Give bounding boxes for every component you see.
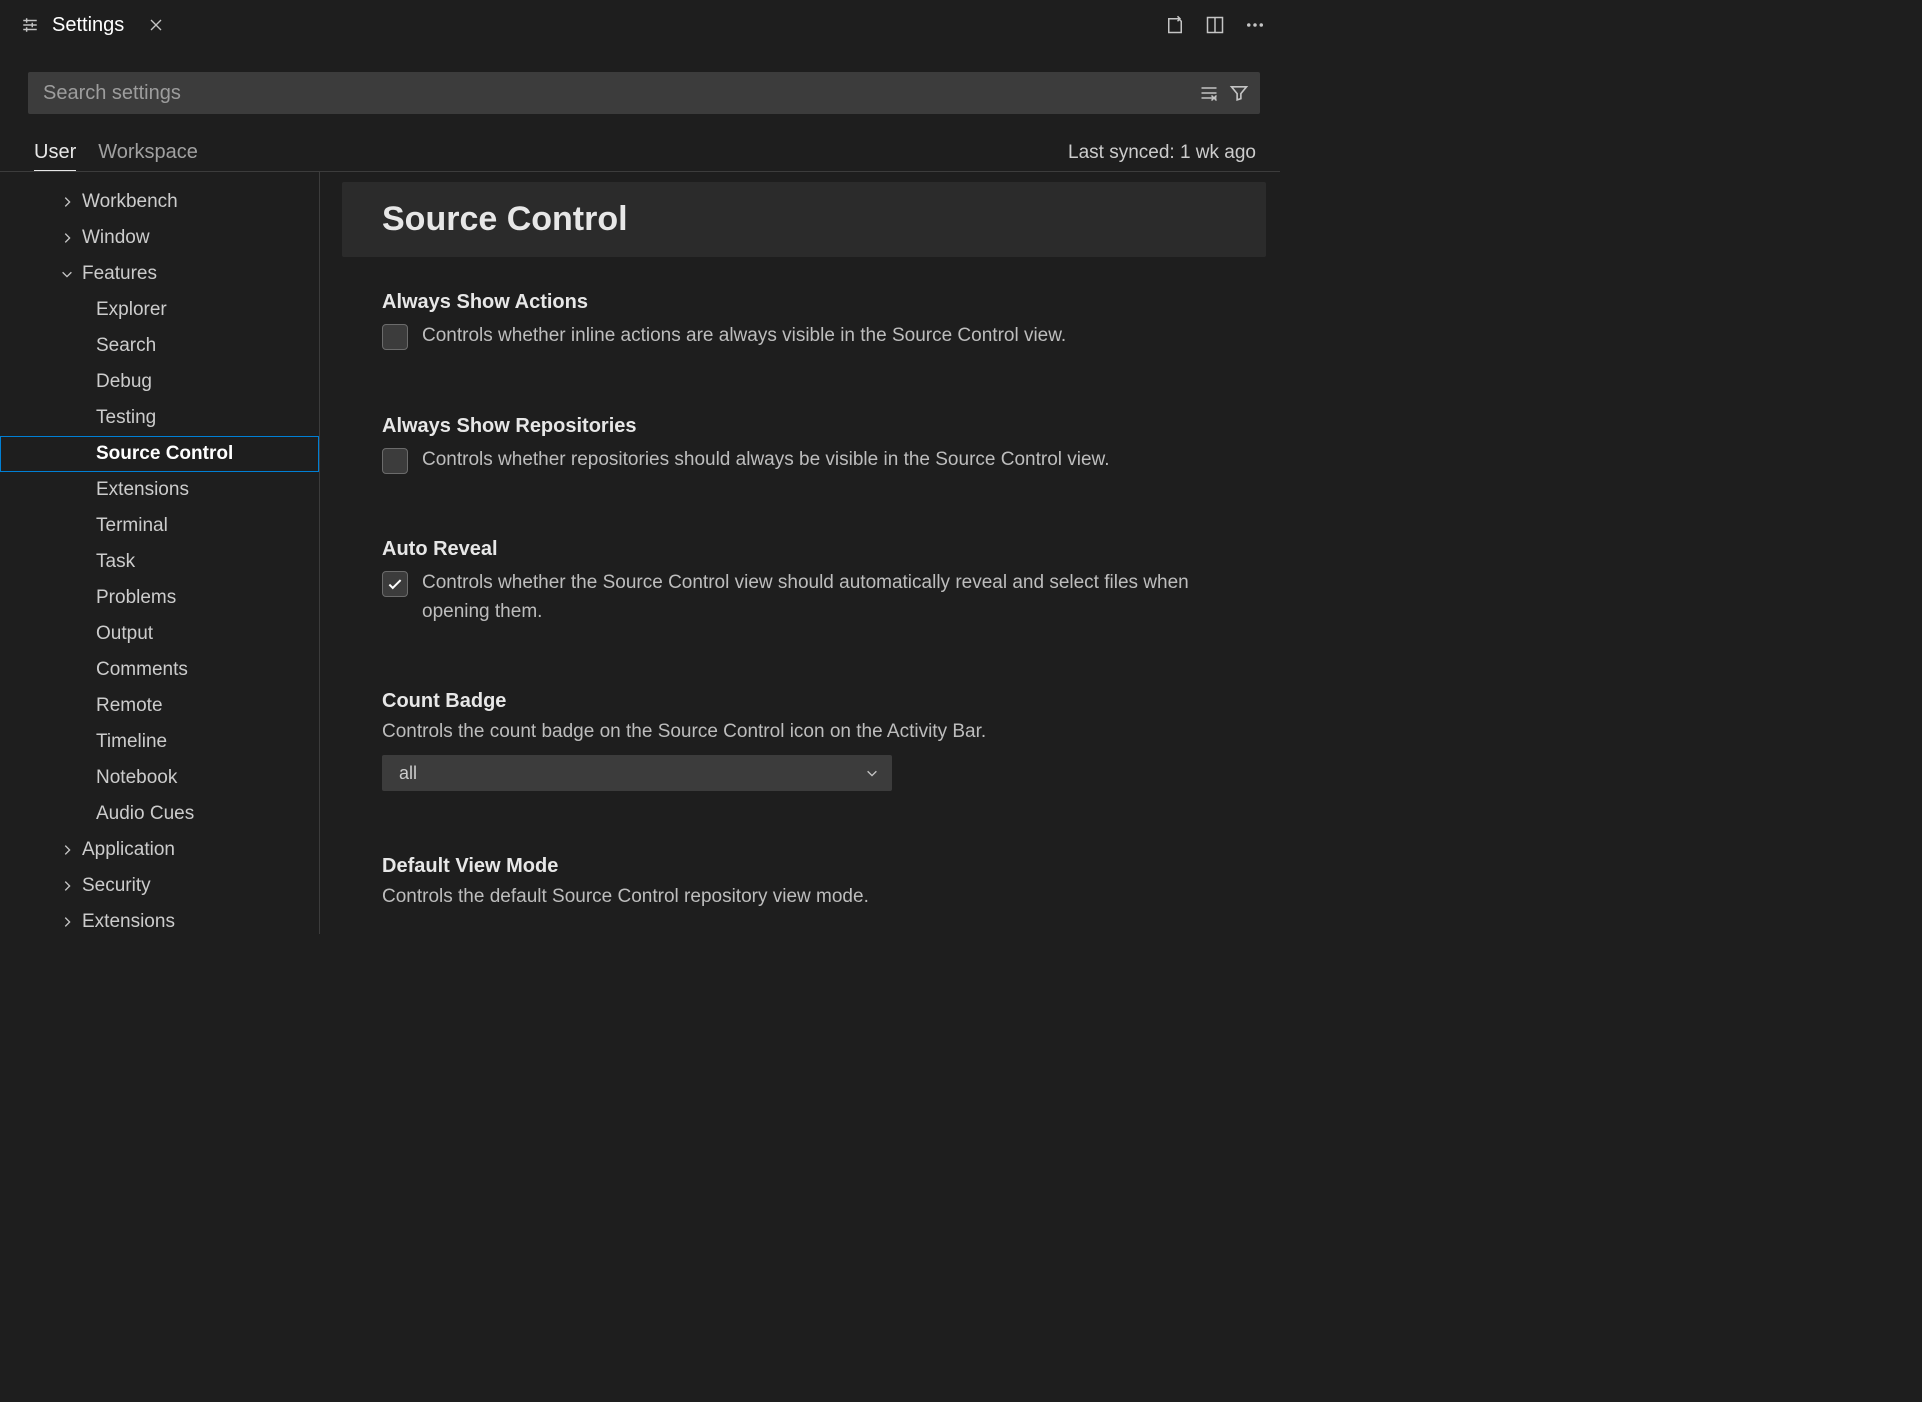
setting-always-show-actions: Always Show Actions Controls whether inli…: [342, 277, 1280, 371]
setting-title: Auto Reveal: [382, 538, 1240, 561]
tree-item-label: Audio Cues: [96, 803, 194, 825]
tree-item-label: Explorer: [96, 299, 167, 321]
more-actions-icon[interactable]: [1244, 14, 1266, 36]
setting-row: Controls whether the Source Control view…: [382, 569, 1240, 626]
tree-item-application[interactable]: Application: [0, 832, 319, 868]
tree-item-audio-cues[interactable]: Audio Cues: [0, 796, 319, 832]
chevron-down-icon: [865, 766, 879, 780]
setting-title: Default View Mode: [382, 855, 1240, 878]
tree-item-search[interactable]: Search: [0, 328, 319, 364]
tree-item-label: Timeline: [96, 731, 167, 753]
tree-item-testing[interactable]: Testing: [0, 400, 319, 436]
scope-tab-workspace[interactable]: Workspace: [98, 134, 198, 171]
setting-description: Controls whether repositories should alw…: [422, 446, 1110, 475]
setting-count-badge: Count Badge Controls the count badge on t…: [342, 676, 1280, 811]
tree-item-security[interactable]: Security: [0, 868, 319, 904]
setting-description: Controls whether the Source Control view…: [422, 569, 1222, 626]
tree-item-label: Workbench: [82, 191, 178, 213]
checkbox[interactable]: [382, 448, 408, 474]
tree-item-label: Debug: [96, 371, 152, 393]
tree-item-features[interactable]: Features: [0, 256, 319, 292]
tree-item-label: Comments: [96, 659, 188, 681]
tree-item-label: Task: [96, 551, 135, 573]
tree-item-label: Security: [82, 875, 151, 897]
tree-item-extensions[interactable]: Extensions: [0, 472, 319, 508]
tree-item-terminal[interactable]: Terminal: [0, 508, 319, 544]
tree-item-label: Application: [82, 839, 175, 861]
tree-item-label: Remote: [96, 695, 163, 717]
chevron-right-icon: [58, 193, 76, 211]
tree-item-task[interactable]: Task: [0, 544, 319, 580]
checkbox[interactable]: [382, 571, 408, 597]
dropdown-value: all: [399, 763, 417, 784]
chevron-right-icon: [58, 913, 76, 931]
setting-row: Controls whether inline actions are alwa…: [382, 322, 1240, 351]
tree-item-label: Terminal: [96, 515, 168, 537]
settings-scope-row: User Workspace Last synced: 1 wk ago: [0, 124, 1280, 172]
chevron-right-icon: [58, 877, 76, 895]
tree-item-window[interactable]: Window: [0, 220, 319, 256]
split-editor-icon[interactable]: [1204, 14, 1226, 36]
tab-label: Settings: [52, 14, 124, 37]
tree-item-output[interactable]: Output: [0, 616, 319, 652]
setting-description: Controls whether inline actions are alwa…: [422, 322, 1066, 351]
settings-tree: Workbench Window Features Explorer Search Deb…: [0, 172, 320, 934]
section-header: Source Control: [342, 182, 1266, 257]
close-tab-button[interactable]: [146, 15, 166, 35]
setting-description: Controls the default Source Control repo…: [382, 886, 1240, 908]
tree-item-label: Extensions: [96, 479, 189, 501]
tree-item-notebook[interactable]: Notebook: [0, 760, 319, 796]
tree-item-label: Notebook: [96, 767, 177, 789]
setting-description: Controls the count badge on the Source C…: [382, 721, 1240, 743]
settings-list-icon: [20, 15, 40, 35]
search-section: [0, 50, 1280, 124]
setting-default-view-mode: Default View Mode Controls the default So…: [342, 841, 1280, 934]
search-actions: [1199, 83, 1249, 103]
titlebar-actions: [1164, 14, 1266, 36]
settings-content: Source Control Always Show Actions Contro…: [320, 172, 1280, 934]
checkbox[interactable]: [382, 324, 408, 350]
setting-always-show-repositories: Always Show Repositories Controls whether…: [342, 401, 1280, 495]
tree-item-explorer[interactable]: Explorer: [0, 292, 319, 328]
scope-tab-user[interactable]: User: [34, 134, 76, 171]
scope-tabs: User Workspace: [34, 134, 198, 171]
tree-item-label: Output: [96, 623, 153, 645]
tree-item-label: Features: [82, 263, 157, 285]
sync-status[interactable]: Last synced: 1 wk ago: [1068, 142, 1260, 164]
tree-item-remote[interactable]: Remote: [0, 688, 319, 724]
tree-item-label: Testing: [96, 407, 156, 429]
tree-item-debug[interactable]: Debug: [0, 364, 319, 400]
chevron-right-icon: [58, 841, 76, 859]
search-settings-box[interactable]: [28, 72, 1260, 114]
tree-item-label: Source Control: [96, 443, 233, 465]
search-settings-input[interactable]: [43, 82, 1199, 105]
tree-item-problems[interactable]: Problems: [0, 580, 319, 616]
setting-title: Count Badge: [382, 690, 1240, 713]
dropdown[interactable]: all: [382, 755, 892, 791]
tree-item-label: Search: [96, 335, 156, 357]
settings-body: Workbench Window Features Explorer Search Deb…: [0, 172, 1280, 934]
setting-row: Controls whether repositories should alw…: [382, 446, 1240, 475]
open-settings-json-icon[interactable]: [1164, 14, 1186, 36]
editor-tabs: Settings: [0, 0, 180, 50]
titlebar: Settings: [0, 0, 1280, 50]
chevron-down-icon: [58, 265, 76, 283]
tree-item-label: Window: [82, 227, 150, 249]
settings-tab[interactable]: Settings: [0, 0, 180, 50]
setting-auto-reveal: Auto Reveal Controls whether the Source C…: [342, 524, 1280, 646]
setting-title: Always Show Actions: [382, 291, 1240, 314]
tree-item-workbench[interactable]: Workbench: [0, 184, 319, 220]
tree-item-extensions[interactable]: Extensions: [0, 904, 319, 934]
tree-item-comments[interactable]: Comments: [0, 652, 319, 688]
clear-search-icon[interactable]: [1199, 83, 1219, 103]
setting-title: Always Show Repositories: [382, 415, 1240, 438]
tree-item-timeline[interactable]: Timeline: [0, 724, 319, 760]
tree-item-source-control[interactable]: Source Control: [0, 436, 319, 472]
chevron-right-icon: [58, 229, 76, 247]
filter-icon[interactable]: [1229, 83, 1249, 103]
tree-item-label: Problems: [96, 587, 176, 609]
tree-item-label: Extensions: [82, 911, 175, 933]
